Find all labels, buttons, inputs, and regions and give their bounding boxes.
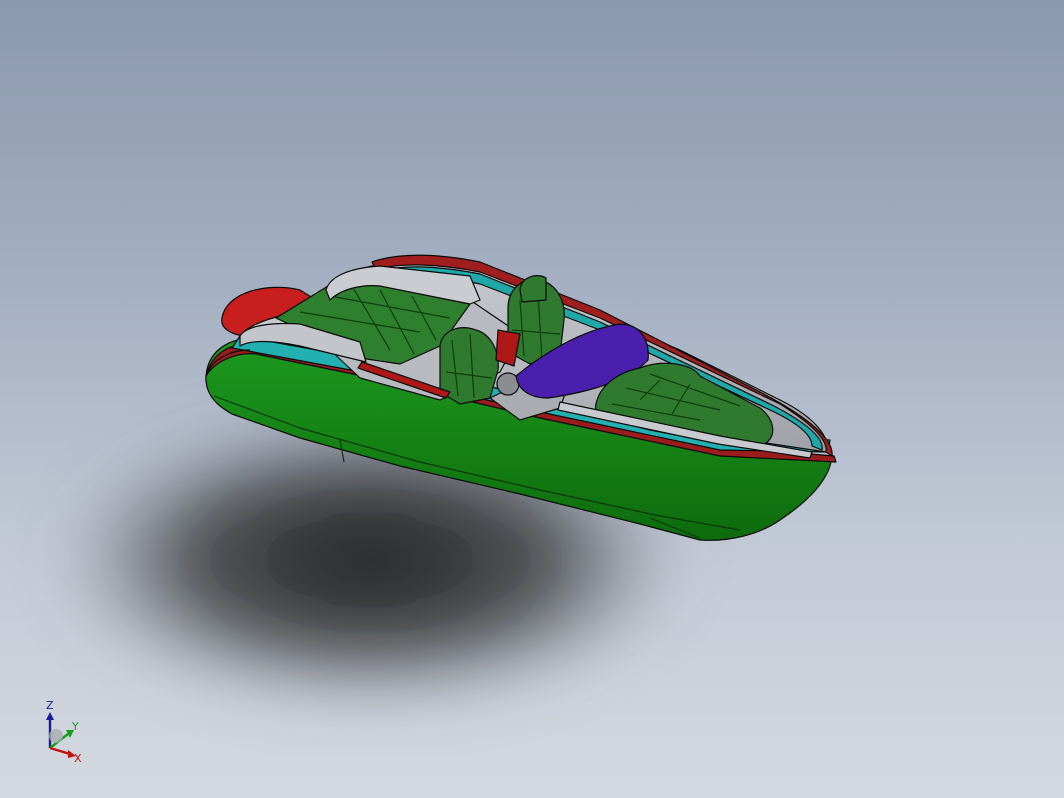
z-axis-arrow [46, 712, 54, 720]
cad-graphics-viewport[interactable]: Z Y X [0, 0, 1064, 798]
boat-model-scene[interactable] [0, 0, 1064, 798]
triad-origin [49, 729, 63, 743]
x-axis [49, 746, 71, 756]
x-axis-label: X [74, 752, 82, 764]
z-axis-label: Z [46, 700, 54, 712]
y-axis-label: Y [71, 720, 79, 733]
coordinate-triad-icon: Z Y X [46, 700, 82, 764]
